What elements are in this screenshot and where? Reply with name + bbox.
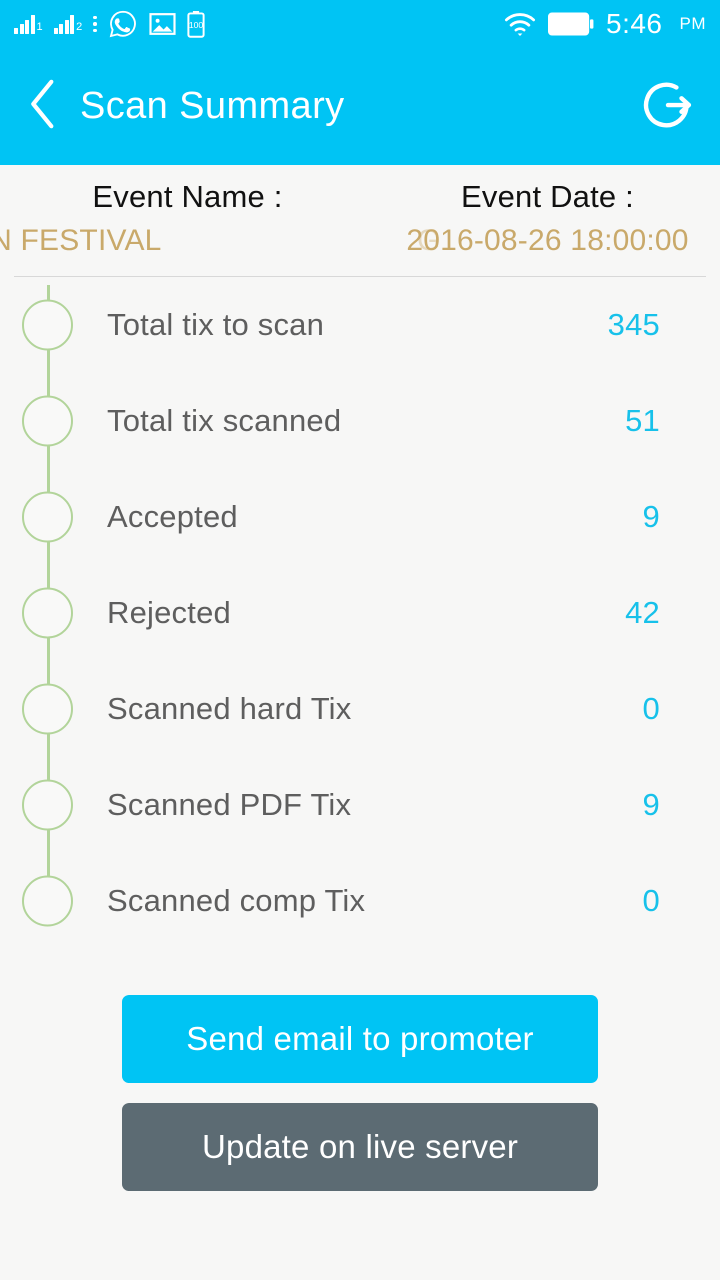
logout-icon — [641, 77, 695, 136]
table-row: Accepted 9 — [0, 469, 720, 565]
event-header: Event Name : DEN FESTIVAL Event Date : G… — [0, 165, 720, 277]
gallery-image-icon — [149, 12, 176, 36]
status-bar-clock: 5:46 — [606, 8, 663, 39]
wifi-icon — [504, 11, 536, 37]
event-date-label: Event Date : — [461, 179, 634, 214]
event-name-value-container: DEN FESTIVAL — [0, 224, 375, 264]
status-bar-left-icons: 1 2 100 — [14, 9, 205, 39]
event-date-value-container: G 2016-08-26 18:00:00 — [375, 224, 720, 264]
table-row: Total tix scanned 51 — [0, 373, 720, 469]
row-label: Rejected — [107, 595, 231, 630]
page-title: Scan Summary — [80, 85, 345, 127]
row-label: Total tix to scan — [107, 307, 325, 342]
event-name-column: Event Name : DEN FESTIVAL — [0, 179, 375, 264]
timeline-node-icon — [22, 875, 73, 927]
row-value: 51 — [625, 403, 660, 438]
signal-bars-2-icon: 2 — [53, 14, 83, 34]
row-value: 345 — [607, 307, 660, 342]
timeline-node-icon — [22, 395, 73, 447]
table-row: Scanned PDF Tix 9 — [0, 757, 720, 853]
event-header-row: Event Name : DEN FESTIVAL Event Date : G… — [0, 179, 720, 264]
status-bar-am-pm: PM — [679, 14, 706, 33]
row-label: Accepted — [107, 499, 238, 534]
signal-1-label: 1 — [36, 21, 43, 33]
event-name-value: DEN FESTIVAL — [0, 224, 162, 257]
send-email-to-promoter-button[interactable]: Send email to promoter — [122, 995, 598, 1083]
chevron-left-icon — [26, 79, 60, 134]
row-label: Scanned hard Tix — [107, 691, 352, 726]
table-row: Scanned hard Tix 0 — [0, 661, 720, 757]
row-value: 9 — [642, 499, 660, 534]
timeline-node-icon — [22, 299, 73, 351]
back-button[interactable] — [20, 79, 66, 130]
table-row: Total tix to scan 345 — [0, 277, 720, 373]
scan-summary-timeline: Total tix to scan 345 Total tix scanned … — [0, 277, 720, 949]
logout-button[interactable] — [640, 79, 696, 135]
row-label: Scanned comp Tix — [107, 883, 366, 918]
battery-level-text: 100 — [189, 20, 204, 30]
update-on-live-server-button[interactable]: Update on live server — [122, 1103, 598, 1191]
row-label: Total tix scanned — [107, 403, 342, 438]
row-value: 42 — [625, 595, 660, 630]
signal-2-label: 2 — [76, 21, 83, 33]
battery-full-icon — [548, 12, 594, 36]
whatsapp-icon — [108, 9, 138, 39]
battery-saver-icon: 100 — [187, 10, 205, 38]
table-row: Rejected 42 — [0, 565, 720, 661]
app-bar: Scan Summary — [0, 48, 720, 165]
event-date-column: Event Date : G 2016-08-26 18:00:00 — [375, 179, 720, 264]
more-vertical-icon — [93, 14, 97, 34]
row-value: 9 — [642, 787, 660, 822]
row-label: Scanned PDF Tix — [107, 787, 352, 822]
timeline-node-icon — [22, 779, 73, 831]
event-date-value: 2016-08-26 18:00:00 — [406, 224, 689, 257]
signal-bars-1-icon: 1 — [14, 14, 43, 34]
row-value: 0 — [642, 883, 660, 918]
row-value: 0 — [642, 691, 660, 726]
timeline-node-icon — [22, 587, 73, 639]
table-row: Scanned comp Tix 0 — [0, 853, 720, 949]
timeline-node-icon — [22, 683, 73, 735]
timeline-node-icon — [22, 491, 73, 543]
status-bar-right-icons: 5:46 PM — [504, 8, 706, 40]
event-name-label: Event Name : — [92, 179, 283, 214]
status-bar: 1 2 100 5:46 PM — [0, 0, 720, 48]
action-buttons: Send email to promoter Update on live se… — [0, 995, 720, 1191]
